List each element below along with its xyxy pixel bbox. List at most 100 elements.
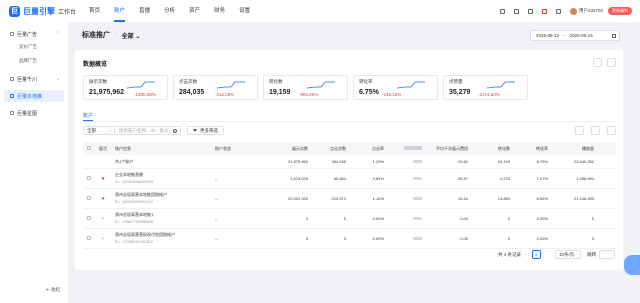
search-input[interactable]: 搜索账户名称、ID、备注 — [115, 126, 181, 135]
select-all-checkbox[interactable] — [87, 146, 91, 150]
nav-analysis[interactable]: 分析 — [164, 0, 175, 22]
overview-tools — [588, 58, 616, 67]
account-name[interactable]: 郑州总现离营营现现代地团购账户 — [115, 232, 215, 238]
header-clicks[interactable]: 点击次数 — [308, 146, 346, 152]
settings-icon[interactable] — [593, 58, 602, 67]
header-avg-cpm[interactable]: 平均千次展示费用 — [422, 146, 468, 152]
account-name[interactable]: 郑州总现离营本地推1 — [115, 212, 215, 218]
update-badge[interactable]: 更新福利 — [608, 7, 632, 15]
cell-clicks: 60,464 — [333, 176, 346, 181]
cell-avg: 29.82 — [457, 159, 468, 164]
row-checkbox[interactable] — [87, 176, 91, 180]
date-range-picker[interactable]: 2025-05-13 ~ 2025-06-15 — [530, 30, 620, 41]
mail-icon[interactable] — [513, 8, 519, 14]
filter-icon — [193, 129, 197, 132]
rocket-icon[interactable] — [541, 8, 547, 14]
next-page-icon[interactable]: › — [546, 252, 548, 257]
sidebar-group-label: 巨量千川 — [17, 76, 38, 83]
jump-input[interactable] — [599, 250, 615, 259]
header-impressions[interactable]: 展示次数 — [270, 146, 308, 152]
metric-change: -246.15% — [382, 92, 402, 97]
sidebar-group-ads[interactable]: 巨量广告 ⌃ — [0, 28, 68, 40]
cell-cvr: 7.07% — [536, 176, 548, 181]
calendar-icon[interactable] — [591, 126, 600, 135]
cell-impressions: 21,975,962 — [287, 159, 308, 164]
sidebar-item-bidding-ads[interactable]: 竞价广告 — [0, 40, 68, 54]
prev-page-icon[interactable]: ‹ — [525, 252, 527, 257]
sidebar-group-local-push[interactable]: 巨量本地推 — [4, 90, 64, 102]
redacted-value — [413, 237, 422, 240]
account-name[interactable]: 企业本地推直播 — [115, 172, 215, 178]
total-records: 共 4 条记录 — [497, 251, 521, 257]
nav-account[interactable]: 账户 — [114, 0, 126, 22]
avatar[interactable] — [569, 7, 577, 15]
scope-select[interactable]: 全部 — [83, 126, 115, 135]
metric-card-conversions[interactable]: 转化数 19,159 -980.60% — [263, 75, 348, 100]
cell-likes: 0 — [591, 216, 594, 221]
assistant-avatar-icon[interactable] — [624, 255, 640, 275]
header-ctr[interactable]: 点击率 — [346, 146, 384, 152]
scope-dropdown[interactable]: 全部 ⌄ — [122, 31, 141, 40]
sidebar-group-xingtu[interactable]: 巨量星图 — [0, 107, 68, 119]
ads-icon — [10, 32, 14, 36]
header-status: 账户状态 — [215, 145, 231, 151]
download-icon[interactable] — [575, 126, 584, 135]
nav-assets[interactable]: 资产 — [189, 0, 200, 22]
nav-live[interactable]: 直播 — [139, 0, 150, 22]
table-header: 星活 账户信息 账户状态 展示次数 点击次数 点击率 平均千次展示费用 转化数 … — [83, 142, 616, 155]
sidebar-group-label: 巨量广告 — [17, 31, 38, 38]
cell-status: -- — [215, 196, 218, 201]
document-icon[interactable] — [499, 8, 505, 14]
row-checkbox[interactable] — [87, 236, 91, 240]
tab-account[interactable]: 账户 — [83, 112, 93, 119]
expand-icon[interactable] — [607, 58, 616, 67]
row-checkbox[interactable] — [87, 216, 91, 220]
metric-card-cvr[interactable]: 转化率 6.75% -246.15% — [353, 75, 438, 100]
page-current[interactable]: 1 — [531, 250, 541, 259]
cell-avg: 35.57 — [457, 176, 468, 181]
sidebar-item-brand-ads[interactable]: 品牌广告 — [0, 54, 68, 68]
table-row[interactable]: ♥ 郑州总现离营本地推1 ID：1786277643398696 -- 0 0 … — [83, 209, 616, 229]
nav-finance[interactable]: 财务 — [214, 0, 225, 22]
header-fav: 星活 — [99, 145, 107, 151]
metric-card-clicks[interactable]: 点击次数 284,035 -212.28% — [173, 75, 258, 100]
row-checkbox[interactable] — [87, 196, 91, 200]
collapse-sidebar-button[interactable]: ⇤ 收起 — [46, 287, 60, 293]
sidebar-group-label: 巨量星图 — [17, 110, 38, 117]
user-name[interactable]: 用户234702 — [579, 8, 603, 14]
table-row[interactable]: ♥ 郑州总现离营营现现代地团购账户 ID：1796851511861812 --… — [83, 229, 616, 249]
more-filters-button[interactable]: 更多筛选 — [187, 126, 224, 135]
metric-card-impressions[interactable]: 展示次数 21,975,962 -1200.08% — [83, 75, 168, 100]
favorite-heart-icon[interactable]: ♥ — [102, 176, 105, 181]
redacted-value — [413, 197, 422, 200]
cell-ctr: 1.29% — [372, 159, 384, 164]
favorite-heart-icon[interactable]: ♥ — [102, 216, 105, 221]
search-icon[interactable] — [173, 129, 177, 133]
table-row[interactable]: ♥ 企业本地推直播 ID：1823005966292995 -- 1,574,0… — [83, 169, 616, 189]
favorite-heart-icon[interactable]: ♥ — [102, 196, 105, 201]
nav-settings[interactable]: 设置 — [239, 0, 250, 22]
cell-status: -- — [215, 236, 218, 241]
metric-card-likes[interactable]: 点赞量 35,279 -2174.60% — [443, 75, 528, 100]
cell-avg: 0.00 — [460, 216, 468, 221]
main-card: 数据概览 展示次数 21,975,962 -1200.08% 点击次数 284,… — [75, 50, 623, 270]
table-row[interactable]: ♥ 郑州总现离营本地推团购账户 ID：1826306429901210 -- 2… — [83, 189, 616, 209]
message-icon[interactable] — [527, 8, 533, 14]
sparkline — [127, 81, 155, 89]
bell-icon[interactable] — [555, 8, 561, 14]
account-name[interactable]: 郑州总现离营本地推团购账户 — [115, 192, 215, 198]
metrics-row: 展示次数 21,975,962 -1200.08% 点击次数 284,035 -… — [83, 75, 533, 100]
separator: : — [115, 32, 117, 38]
nav-home[interactable]: 首页 — [89, 0, 100, 22]
sidebar-group-qianchuan[interactable]: 巨量千川 ⌄ — [0, 73, 68, 85]
page-size-select[interactable]: 10条/页 — [555, 250, 581, 259]
page-header: 标准推广 : 全部 ⌄ — [82, 30, 140, 40]
logo-subtitle: 工作台 — [58, 9, 77, 16]
header-likes[interactable]: 播放量 — [548, 146, 594, 152]
logo[interactable]: 巨 巨量引擎 工作台 — [9, 5, 83, 17]
header-checkbox[interactable] — [83, 146, 95, 151]
header-cvr[interactable]: 转化率 — [510, 146, 548, 152]
columns-icon[interactable] — [607, 126, 616, 135]
header-conversions[interactable]: 转化数 — [468, 146, 510, 152]
favorite-heart-icon[interactable]: ♥ — [102, 236, 105, 241]
